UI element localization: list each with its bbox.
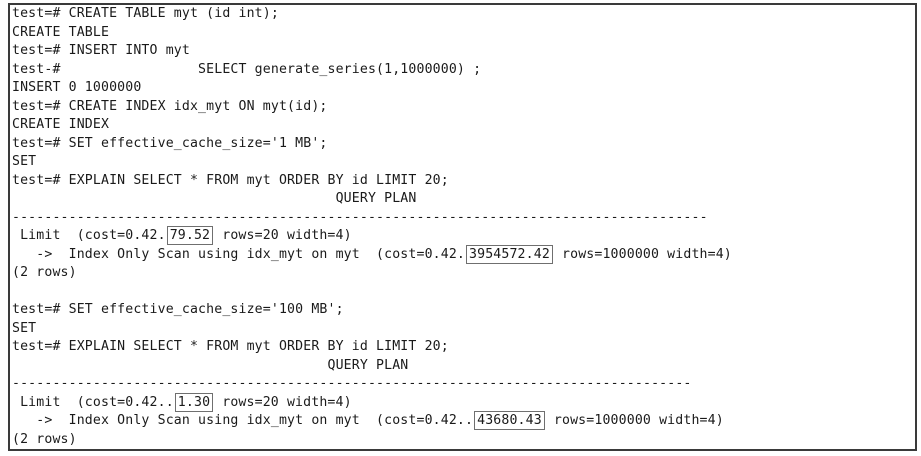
highlighted-cost-value: 43680.43 (474, 411, 545, 430)
line-text: rows=20 width=4) (214, 228, 352, 243)
terminal-output: test=# CREATE TABLE myt (id int); CREATE … (8, 3, 917, 451)
line-text: Limit (cost=0.42.. (12, 394, 174, 410)
terminal-line: ----------------------------------------… (12, 209, 708, 225)
terminal-line: test=# SET effective_cache_size='1 MB'; (12, 135, 328, 151)
line-text: -> Index Only Scan using idx_myt on myt … (12, 413, 474, 428)
terminal-line: (2 rows) (12, 431, 77, 447)
line-text: Limit (cost=0.42. (12, 228, 166, 243)
line-text: rows=1000000 width=4) (545, 413, 724, 428)
highlighted-cost-value: 79.52 (166, 226, 214, 245)
terminal-line: -> Index Only Scan using idx_myt on myt … (12, 411, 732, 431)
terminal-lines: test=# CREATE TABLE myt (id int); CREATE … (12, 5, 732, 449)
terminal-line: QUERY PLAN (12, 357, 409, 373)
terminal-line: test=# SET effective_cache_size='100 MB'… (12, 302, 344, 317)
terminal-line: Limit (cost=0.42. 79.52 rows=20 width=4) (12, 226, 732, 246)
terminal-line: ----------------------------------------… (12, 376, 692, 391)
terminal-line: INSERT 0 1000000 (12, 80, 142, 95)
terminal-line: test=# EXPLAIN SELECT * FROM myt ORDER B… (12, 172, 449, 188)
highlighted-cost-value: 3954572.42 (466, 244, 553, 264)
line-text: rows=20 width=4) (214, 394, 352, 410)
terminal-line: test=# INSERT INTO myt (12, 43, 190, 58)
highlighted-cost-value: 1.30 (174, 392, 214, 412)
terminal-line: test=# CREATE INDEX idx_myt ON myt(id); (12, 98, 328, 114)
terminal-line: Limit (cost=0.42.. 1.30 rows=20 width=4) (12, 392, 732, 413)
terminal-line: (2 rows) (12, 265, 77, 280)
line-text: -> Index Only Scan using idx_myt on myt … (12, 246, 466, 262)
terminal-line: test=# CREATE TABLE myt (id int); (12, 6, 279, 21)
terminal-line: test=# EXPLAIN SELECT * FROM myt ORDER B… (12, 339, 449, 354)
terminal-line: CREATE INDEX (12, 117, 110, 132)
terminal-line: SET (12, 154, 37, 169)
terminal-line: test-# SELECT generate_series(1,1000000)… (12, 61, 482, 77)
line-text: rows=1000000 width=4) (553, 246, 732, 262)
terminal-line: CREATE TABLE (12, 24, 110, 40)
terminal-line: -> Index Only Scan using idx_myt on myt … (12, 244, 732, 265)
terminal-line: QUERY PLAN (12, 191, 417, 206)
terminal-line: SET (12, 320, 37, 336)
